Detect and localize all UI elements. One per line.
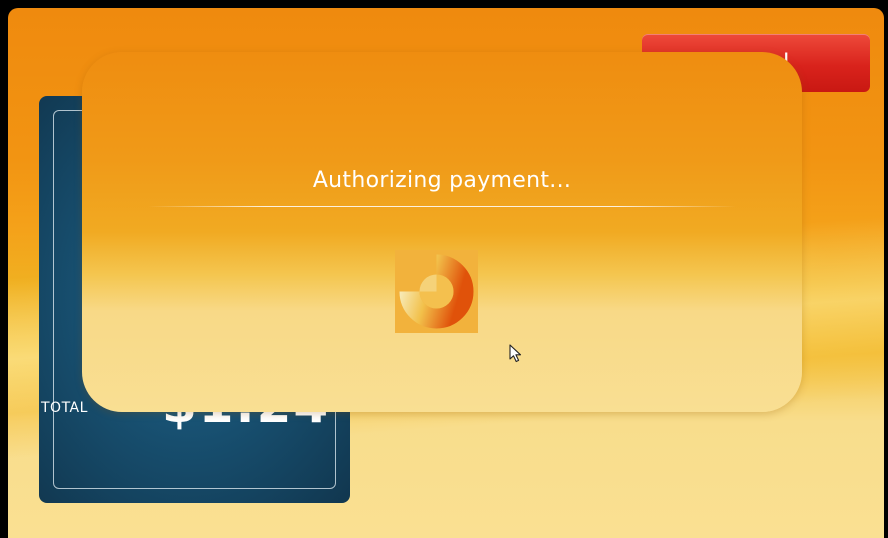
- loading-spinner-icon: [395, 250, 478, 333]
- total-label: TOTAL: [41, 400, 88, 416]
- mouse-pointer-icon: [509, 344, 527, 364]
- authorizing-dialog: Authorizing payment...: [82, 52, 802, 412]
- kiosk-screen: ×Cancel TOTAL $1.24 Authorizing payment.…: [8, 8, 884, 538]
- dialog-divider: [148, 206, 736, 207]
- dialog-title: Authorizing payment...: [312, 168, 572, 193]
